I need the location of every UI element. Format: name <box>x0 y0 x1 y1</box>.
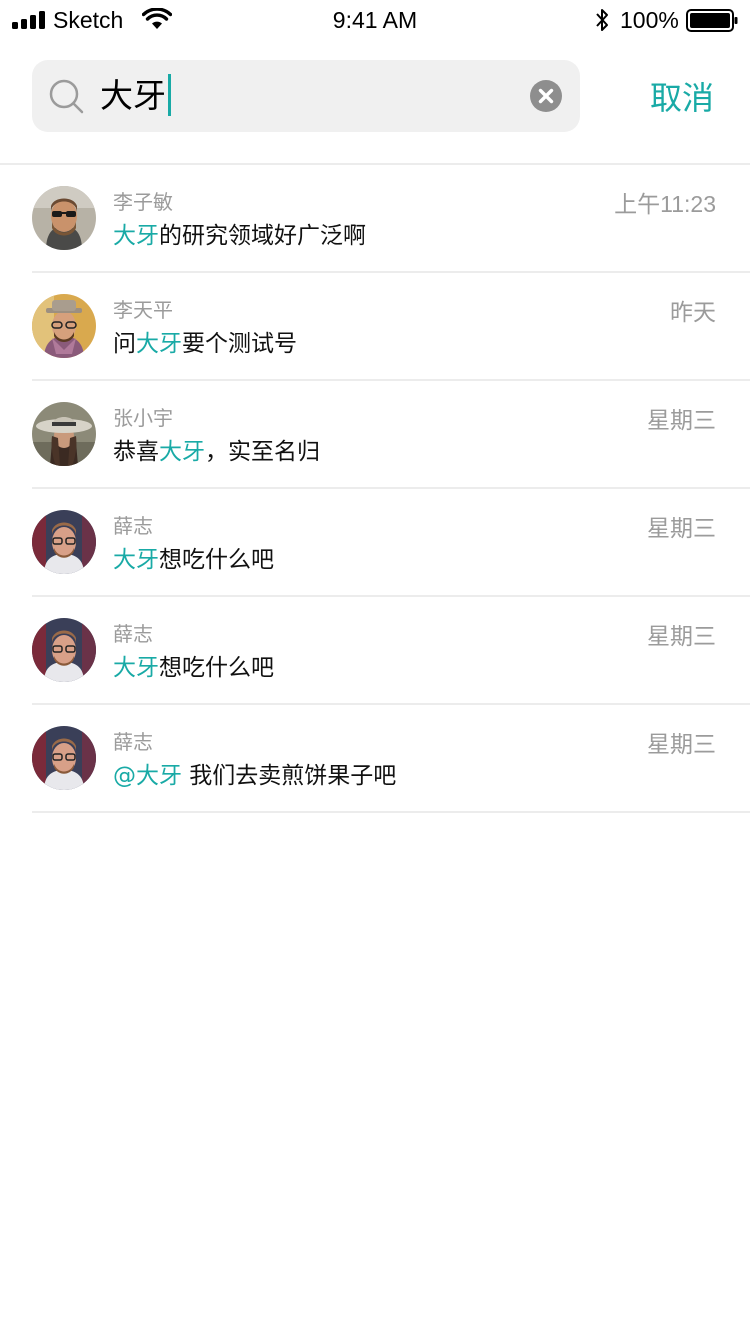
sender-name: 薛志 <box>113 622 153 646</box>
message-time: 星期三 <box>647 407 716 433</box>
matched-keyword: 大牙 <box>113 655 159 681</box>
bluetooth-icon <box>596 9 608 31</box>
status-bar: Sketch 9:41 AM 100% <box>0 0 750 40</box>
avatar <box>32 402 96 466</box>
avatar <box>32 294 96 358</box>
matched-keyword: 大牙 <box>159 439 205 465</box>
message-snippet: 问大牙要个测试号 <box>113 331 297 357</box>
message-time: 星期三 <box>647 515 716 541</box>
sender-name: 张小宇 <box>113 406 173 430</box>
battery-icon <box>686 9 738 32</box>
message-snippet: 大牙想吃什么吧 <box>113 547 274 573</box>
avatar <box>32 618 96 682</box>
message-snippet: 大牙的研究领域好广泛啊 <box>113 223 366 249</box>
text-cursor <box>168 73 171 116</box>
message-time: 昨天 <box>670 299 716 325</box>
clear-search-icon[interactable] <box>530 80 562 112</box>
message-time: 星期三 <box>647 731 716 757</box>
matched-keyword: 大牙 <box>113 223 159 249</box>
message-snippet: 大牙想吃什么吧 <box>113 655 274 681</box>
search-input[interactable]: 大牙 <box>100 73 171 118</box>
result-row[interactable]: 薛志 大牙想吃什么吧 星期三 <box>0 597 750 705</box>
sender-name: 薛志 <box>113 514 153 538</box>
message-time: 上午11:23 <box>614 191 716 217</box>
message-snippet: 恭喜大牙，实至名归 <box>113 439 320 465</box>
message-snippet: @大牙 我们去卖煎饼果子吧 <box>113 763 397 789</box>
result-row[interactable]: 李天平 问大牙要个测试号 昨天 <box>0 273 750 381</box>
matched-keyword: @大牙 <box>113 763 182 789</box>
avatar <box>32 510 96 574</box>
matched-keyword: 大牙 <box>113 547 159 573</box>
search-results-list: 李子敏 大牙的研究领域好广泛啊 上午11:23 李天平 问大牙要个测试号 昨天 <box>0 165 750 813</box>
result-row[interactable]: 薛志 大牙想吃什么吧 星期三 <box>0 489 750 597</box>
message-time: 星期三 <box>647 623 716 649</box>
avatar <box>32 186 96 250</box>
avatar <box>32 726 96 790</box>
search-query: 大牙 <box>100 76 166 115</box>
cancel-button[interactable]: 取消 <box>650 76 714 120</box>
result-row[interactable]: 张小宇 恭喜大牙，实至名归 星期三 <box>0 381 750 489</box>
battery-percentage: 100% <box>620 7 679 33</box>
result-row[interactable]: 薛志 @大牙 我们去卖煎饼果子吧 星期三 <box>0 705 750 813</box>
result-row[interactable]: 李子敏 大牙的研究领域好广泛啊 上午11:23 <box>0 165 750 273</box>
sender-name: 李天平 <box>113 298 173 322</box>
search-bar[interactable]: 大牙 <box>32 60 580 132</box>
search-icon <box>49 79 84 114</box>
matched-keyword: 大牙 <box>136 331 182 357</box>
sender-name: 薛志 <box>113 730 153 754</box>
row-divider <box>32 811 750 813</box>
sender-name: 李子敏 <box>113 190 173 214</box>
